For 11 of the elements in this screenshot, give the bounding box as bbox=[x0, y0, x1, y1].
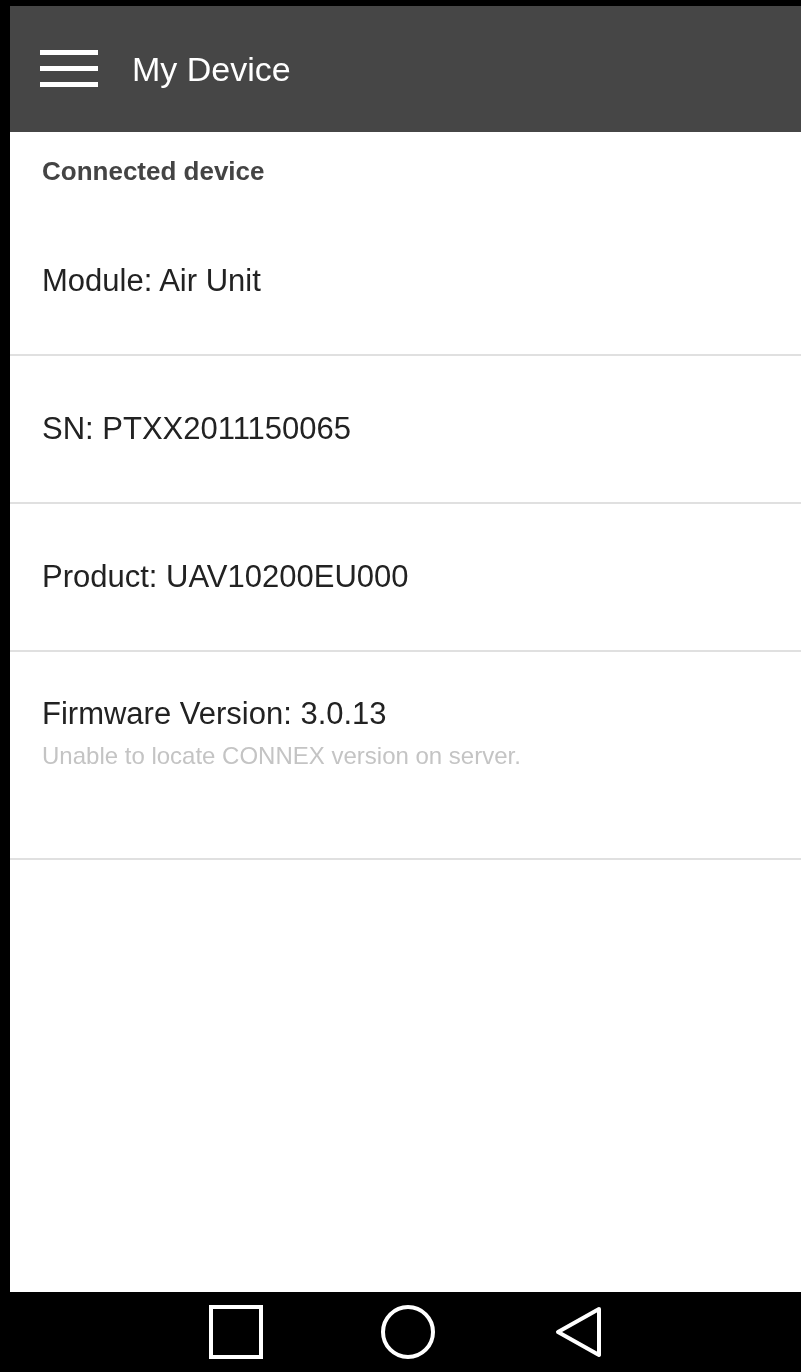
menu-icon[interactable] bbox=[40, 50, 98, 88]
app-title: My Device bbox=[132, 49, 291, 89]
item-title: Product: UAV10200EU000 bbox=[42, 559, 410, 595]
recents-button[interactable] bbox=[208, 1305, 263, 1359]
home-button[interactable] bbox=[380, 1304, 437, 1360]
item-title: Firmware Version: 3.0.13 bbox=[42, 696, 388, 732]
item-title: Module: Air Unit bbox=[42, 263, 262, 299]
section-header: Connected device bbox=[41, 155, 266, 188]
item-title: SN: PTXX2011150065 bbox=[42, 411, 353, 447]
back-button[interactable] bbox=[554, 1306, 603, 1358]
item-subtitle: Unable to locate CONNEX version on server. bbox=[42, 742, 522, 770]
